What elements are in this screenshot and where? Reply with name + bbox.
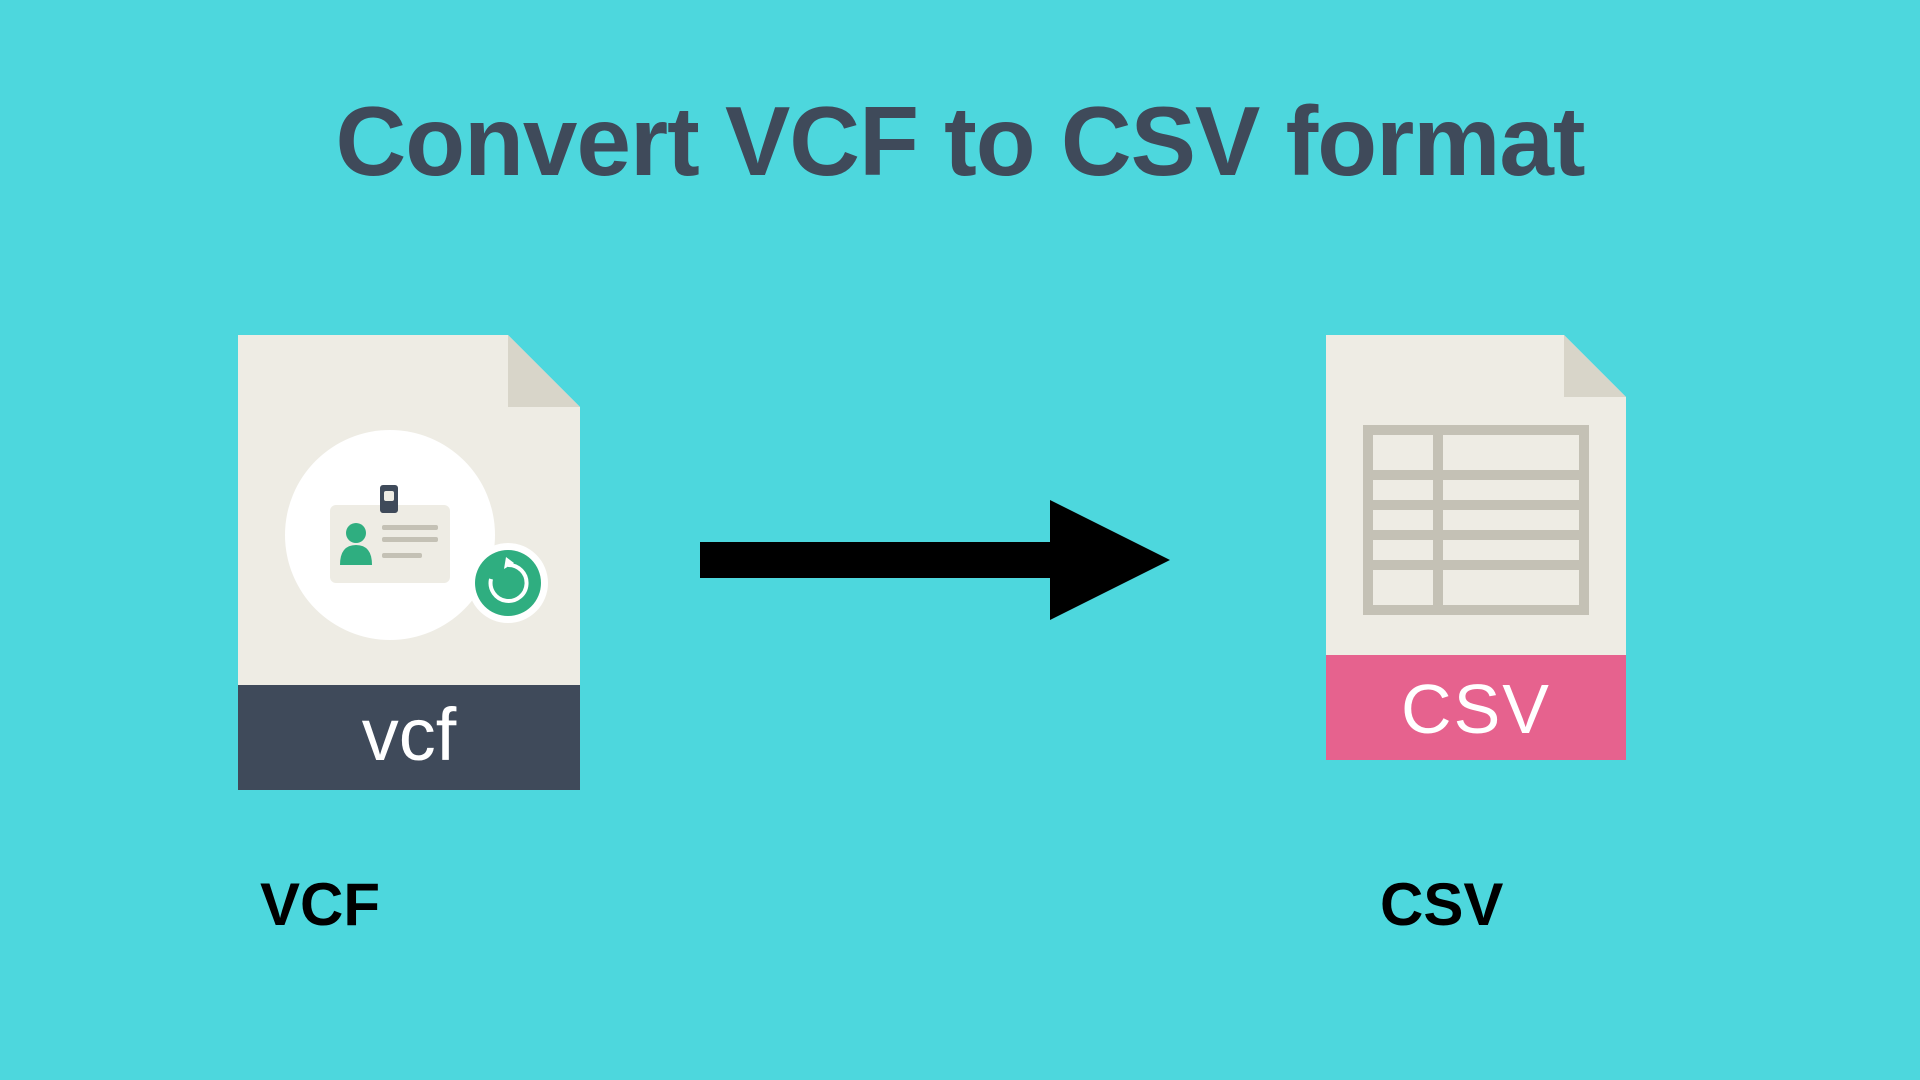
page-title: Convert VCF to CSV format: [0, 85, 1920, 198]
vcf-file-icon: vcf: [228, 335, 590, 790]
csv-ext-label: CSV: [1401, 670, 1551, 748]
arrow-right-icon: [700, 500, 1170, 620]
csv-caption: CSV: [1380, 870, 1503, 939]
vcf-ext-label: vcf: [362, 693, 457, 776]
csv-file-icon: CSV: [1316, 335, 1636, 760]
vcf-caption: VCF: [260, 870, 380, 939]
